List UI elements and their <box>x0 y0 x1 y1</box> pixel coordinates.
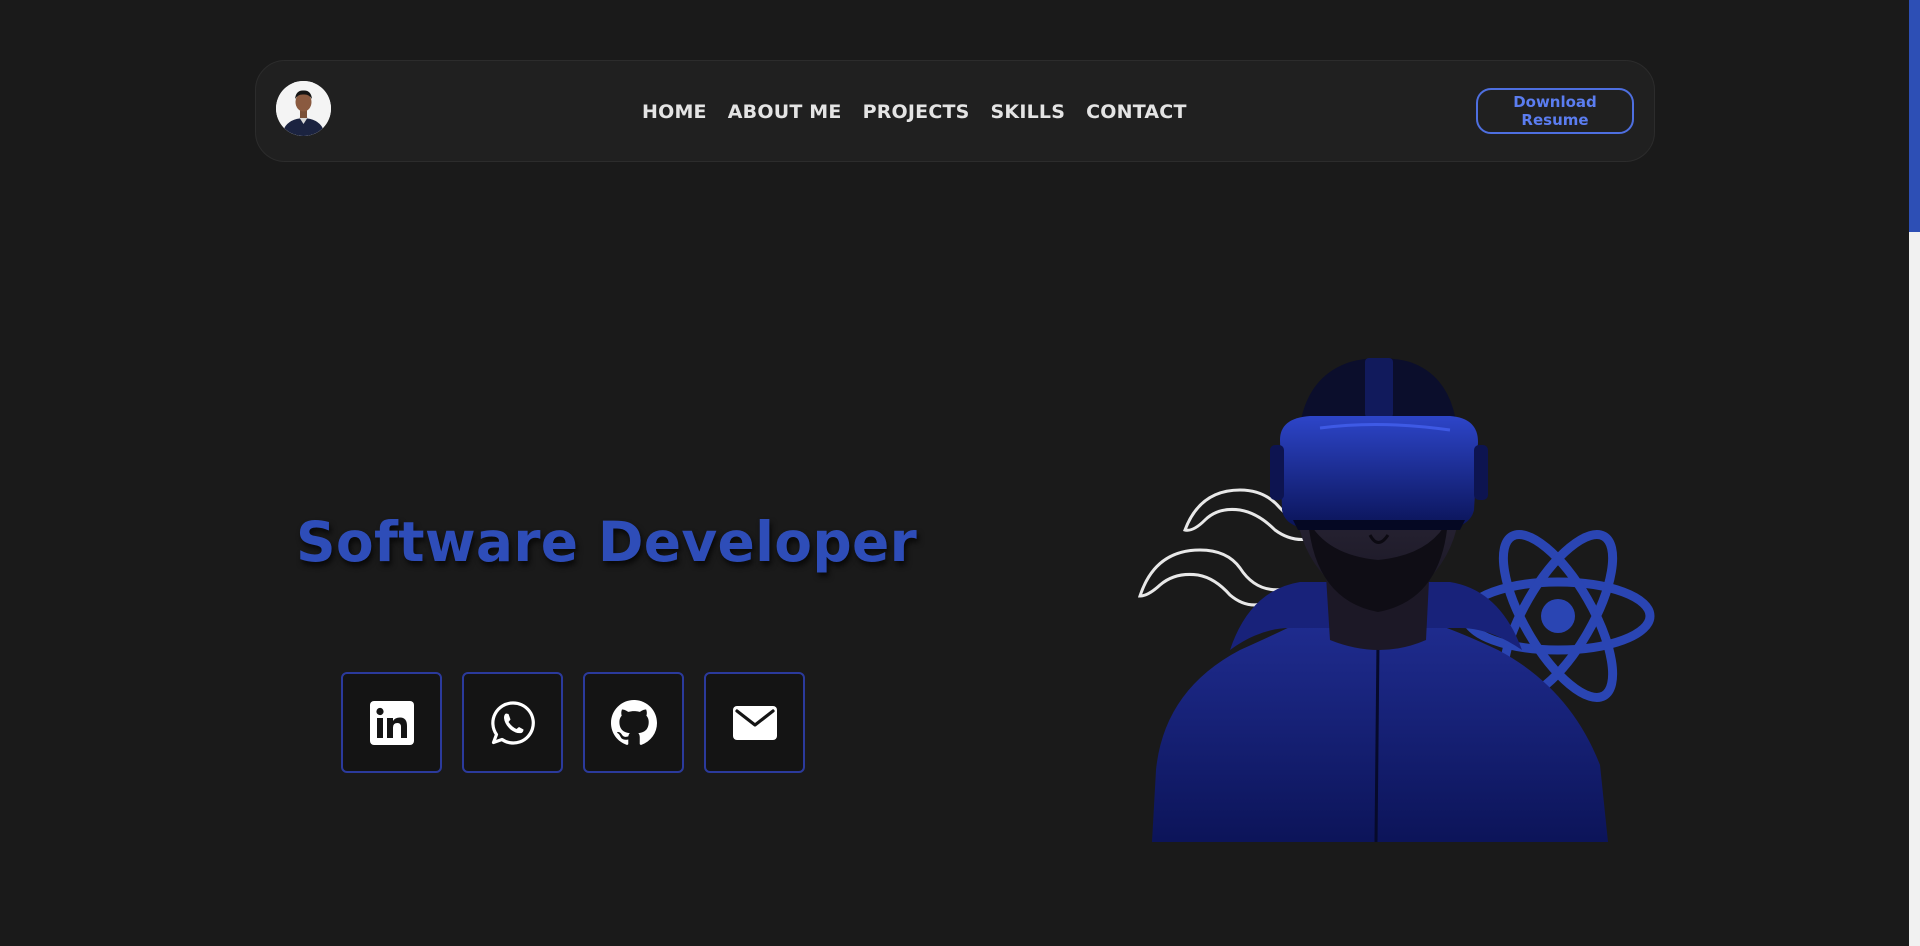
hero-title: Software Developer <box>296 510 918 574</box>
nav-projects[interactable]: PROJECTS <box>863 101 970 123</box>
page: HOME ABOUT ME PROJECTS SKILLS CONTACT Do… <box>0 0 1920 946</box>
scrollbar[interactable] <box>1909 0 1920 946</box>
navbar: HOME ABOUT ME PROJECTS SKILLS CONTACT Do… <box>255 60 1655 162</box>
mail-icon <box>732 705 777 740</box>
nav-contact[interactable]: CONTACT <box>1086 101 1187 123</box>
nav-links: HOME ABOUT ME PROJECTS SKILLS CONTACT <box>642 61 1187 163</box>
profile-photo <box>276 81 331 136</box>
social-links <box>341 672 805 773</box>
nav-home[interactable]: HOME <box>642 101 707 123</box>
hero-illustration <box>1137 358 1655 842</box>
whatsapp-button[interactable] <box>462 672 563 773</box>
nav-skills[interactable]: SKILLS <box>991 101 1066 123</box>
scrollbar-thumb[interactable] <box>1909 0 1920 232</box>
vr-person-image <box>1152 358 1608 842</box>
github-icon <box>610 699 657 745</box>
linkedin-icon <box>369 700 414 745</box>
download-resume-button[interactable]: Download Resume <box>1476 88 1634 134</box>
linkedin-button[interactable] <box>341 672 442 773</box>
email-button[interactable] <box>704 672 805 773</box>
github-button[interactable] <box>583 672 684 773</box>
avatar[interactable] <box>276 81 331 136</box>
whatsapp-icon <box>490 700 535 745</box>
nav-about-me[interactable]: ABOUT ME <box>728 101 842 123</box>
